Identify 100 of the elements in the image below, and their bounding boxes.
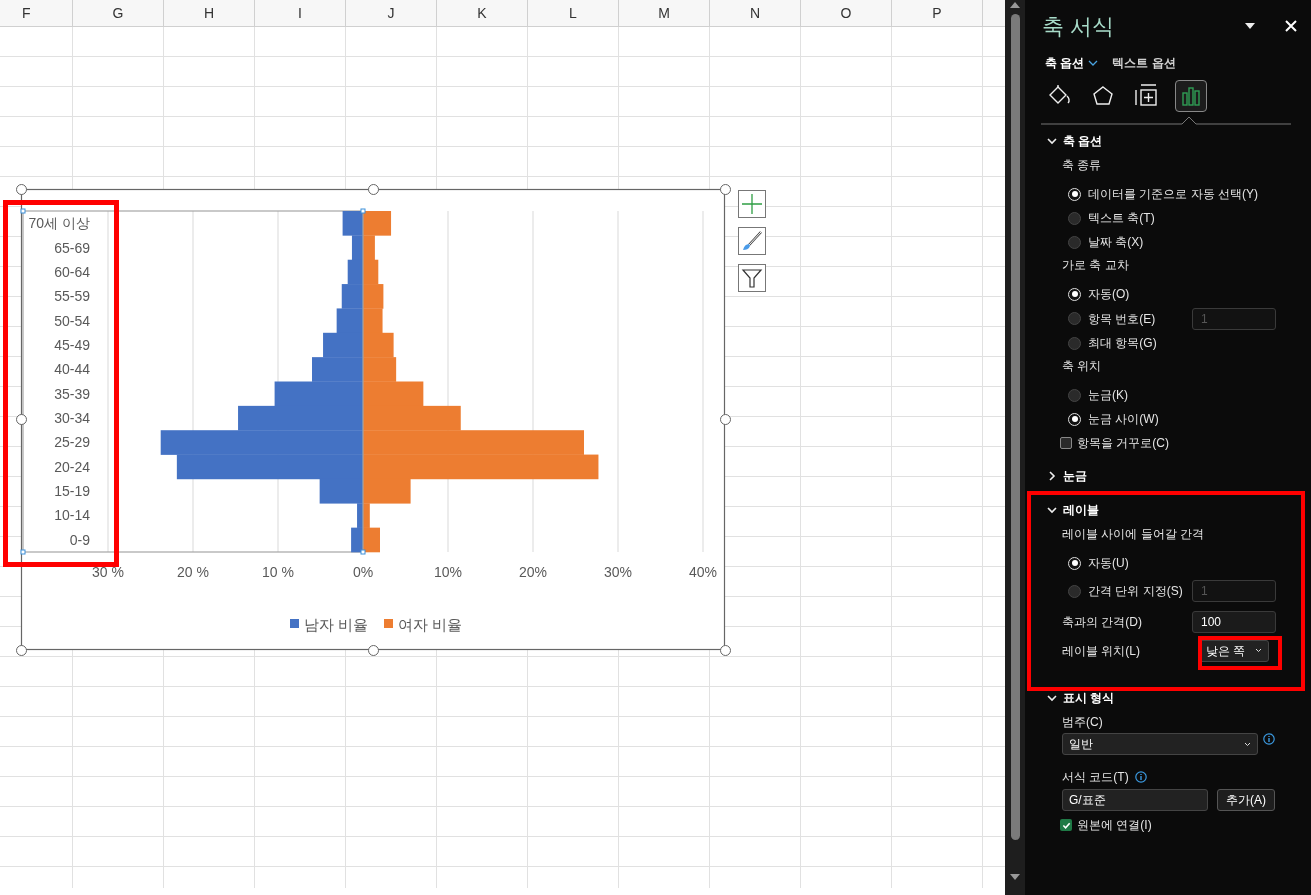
field-label: 서식 코드(T) [1062,769,1129,786]
size-position-icon [1135,84,1159,108]
bar [363,284,384,309]
chart-filters-button[interactable] [738,264,766,292]
pane-tab[interactable]: 텍스트 옵션 [1112,54,1176,72]
plus-icon [741,193,763,215]
selection-handle[interactable] [15,183,27,195]
radio-button[interactable] [1068,235,1081,249]
category-dropdown[interactable]: 일반 [1062,733,1258,755]
section-header[interactable]: 눈금 [1025,463,1311,489]
column-header[interactable]: N [749,3,761,24]
pane-title: 축 서식 [1042,12,1116,41]
radio-button[interactable] [1068,336,1081,350]
column-header[interactable]: F [22,3,31,24]
selection-handle[interactable] [15,644,27,656]
section-header[interactable]: 축 옵션 [1025,128,1311,154]
radio-label: 눈금(K) [1088,387,1129,404]
field-label: 축과의 간격(D) [1062,613,1143,631]
tick-label: 30% [604,564,632,580]
tick-label: 10% [434,564,462,580]
group-label: 레이블 사이에 들어갈 간격 [1061,526,1205,543]
plot-handle [360,549,366,555]
plot-handle [20,549,26,555]
brush-icon [741,230,763,252]
axis-label: 15-19 [54,483,90,500]
radio-label: 자동(O) [1088,286,1131,303]
axis-label: 0-9 [69,531,90,548]
chevron-down-icon [1047,693,1057,703]
bar-chart-icon [1179,84,1203,108]
axis-label: 35-39 [54,385,90,402]
group-label: 축 위치 [1061,358,1103,375]
plot-handle [20,208,26,214]
chevron-down-icon [1244,741,1251,747]
selection-handle[interactable] [367,183,379,195]
axis-label: 60-64 [54,263,90,280]
selection-handle[interactable] [367,644,379,656]
radio-label: 항목 번호(E) [1088,310,1157,328]
tick-label: 10 % [262,564,294,580]
radio-button[interactable] [1068,312,1081,325]
dropdown-icon[interactable] [1245,23,1255,29]
chevron-down-icon [1047,136,1057,146]
section-header[interactable]: 표시 형식 [1025,685,1311,711]
chevron-down-icon [1255,648,1262,653]
column-header[interactable]: M [658,3,670,24]
scrollbar-thumb[interactable] [1010,14,1020,840]
column-header[interactable]: H [203,3,215,24]
selection-handle[interactable] [15,414,27,425]
axis-label: 45-49 [54,336,90,353]
radio-button[interactable] [1068,211,1081,225]
legend-swatch [384,619,393,628]
column-header[interactable]: O [840,3,852,24]
axis-label: 20-24 [54,458,90,475]
radio-label: 눈금 사이(W) [1088,411,1160,428]
axis-label: 50-54 [54,312,90,329]
pane-tab[interactable]: 축 옵션 [1045,54,1099,72]
filter-icon [741,267,763,289]
axis-label: 65-69 [54,239,90,256]
selection-handle[interactable] [719,183,731,195]
checkbox[interactable] [1060,437,1072,449]
group-label: 가로 축 교차 [1061,257,1130,274]
checkbox[interactable] [1060,819,1072,831]
selection-handle[interactable] [719,414,731,425]
column-header[interactable]: P [932,3,942,24]
column-header[interactable]: J [387,3,395,24]
number-field[interactable]: 100 [1192,610,1276,633]
radio-label: 간격 단위 지정(S) [1088,583,1184,600]
axis-label: 30-34 [54,410,90,427]
axis-label: 10-14 [54,507,90,524]
radio-label: 최대 항목(G) [1088,335,1158,352]
bar [341,284,363,309]
column-header[interactable]: L [569,3,577,24]
field-label: 범주(C) [1062,714,1104,731]
format-code-field[interactable]: G/표준 [1062,789,1208,811]
chevron-down-icon [1047,505,1057,515]
chart-elements-button[interactable] [738,190,766,218]
radio-label: 데이터를 기준으로 자동 선택(Y) [1088,186,1259,203]
axis-label: 70세 이상 [28,215,90,232]
pentagon-icon [1091,84,1115,108]
info-icon [1134,771,1147,783]
add-button[interactable]: 추가(A) [1217,789,1275,811]
section-header[interactable]: 레이블 [1025,497,1311,523]
tick-label: 40% [689,564,717,580]
radio-button[interactable] [1068,584,1081,598]
axis-label: 25-29 [54,434,90,451]
selection-handle[interactable] [719,644,731,656]
radio-label: 텍스트 축(T) [1088,210,1156,227]
chart-styles-button[interactable] [738,227,766,255]
plot-handle [360,208,366,214]
chevron-right-icon [1047,471,1057,481]
radio-button[interactable] [1068,388,1081,402]
field-label: 레이블 위치(L) [1062,642,1141,660]
tick-label: 20 % [177,564,209,580]
legend-label: 여자 비율 [398,616,463,633]
axis-label: 55-59 [54,288,90,305]
column-header[interactable]: I [298,3,302,24]
legend-label: 남자 비율 [304,616,369,633]
column-header[interactable]: G [112,3,124,24]
axis-label: 40-44 [54,361,90,378]
column-header[interactable]: K [477,3,487,24]
close-icon[interactable] [1285,20,1297,32]
